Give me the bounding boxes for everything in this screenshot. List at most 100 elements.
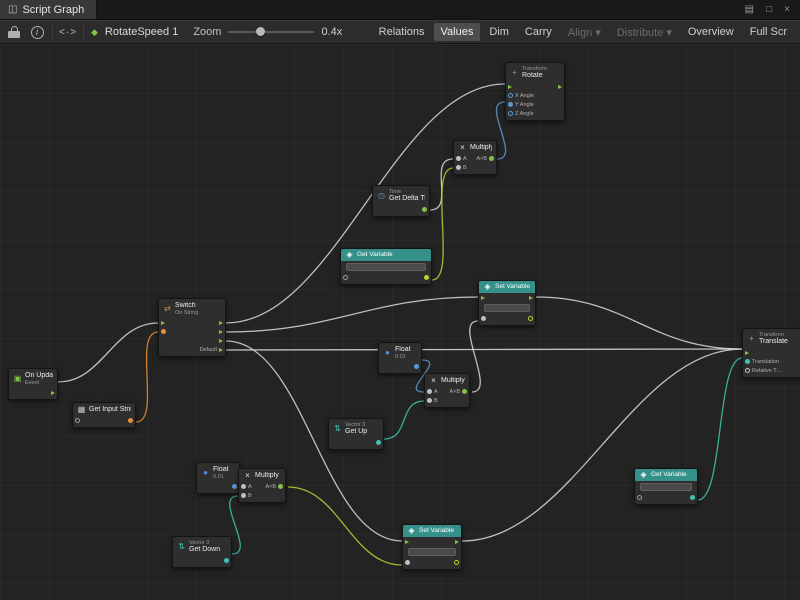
toolbar-button-relations[interactable]: Relations [372,23,432,41]
tab-title: Script Graph [22,4,84,16]
node-multiply-top[interactable]: ×MultiplyAA×BB [453,140,497,175]
node-rotate[interactable]: +TransformRotateX AngleY AngleZ Angle [505,62,565,121]
flow-port[interactable] [405,540,409,544]
value-port[interactable] [462,389,467,394]
value-port[interactable] [508,102,513,107]
toolbar-button-carry[interactable]: Carry [518,23,559,41]
flow-port[interactable] [219,321,223,325]
variable-name-field[interactable] [640,483,692,491]
value-port[interactable] [690,495,695,500]
maximize-button[interactable]: □ [766,5,772,15]
node-get-variable-top[interactable]: ◈Get Variable [340,248,432,285]
node-subtitle: Event [25,380,53,386]
value-port[interactable] [456,165,461,170]
node-get-input-string[interactable]: ▦Get Input Strin… [72,402,136,428]
flow-port[interactable] [51,391,55,395]
flow-port[interactable] [161,321,165,325]
tab-script-graph[interactable]: ◫ Script Graph [0,0,97,19]
variable-icon: ◈ [639,471,648,479]
node-title: Rotate [522,72,547,80]
value-port[interactable] [508,111,513,116]
value-port[interactable] [424,275,429,280]
value-port[interactable] [376,440,381,445]
node-title: Float [395,346,411,354]
value-port[interactable] [128,418,133,423]
value-port[interactable] [427,398,432,403]
node-title: Get Input Strin… [89,406,131,414]
toolbar-button-dim[interactable]: Dim [482,23,516,41]
value-port[interactable] [343,275,348,280]
flow-port[interactable] [529,296,533,300]
value-port[interactable] [224,558,229,563]
value-port[interactable] [75,418,80,423]
flow-port[interactable] [508,85,512,89]
toolbar-button-overview[interactable]: Overview [681,23,741,41]
node-header: ●Float0.01 [379,343,421,362]
flow-port[interactable] [481,296,485,300]
node-set-variable-mid[interactable]: ◈Set Variable [478,280,536,326]
flow-port[interactable] [455,540,459,544]
flow-port[interactable] [219,330,223,334]
value-port[interactable] [745,359,750,364]
flow-port[interactable] [219,339,223,343]
port-cell [481,316,486,321]
lock-icon[interactable] [6,24,22,40]
node-multiply-low[interactable]: ×MultiplyAA×BB [238,468,286,503]
value-port[interactable] [454,560,459,565]
value-port[interactable] [745,368,750,373]
flow-port[interactable] [558,85,562,89]
value-port[interactable] [241,484,246,489]
value-port[interactable] [161,329,166,334]
value-port[interactable] [508,93,513,98]
node-vector3-get-up[interactable]: ⇅Vector 3Get Up [328,418,384,450]
flow-port[interactable] [219,348,223,352]
node-switch-on-string[interactable]: ⇄SwitchOn StringDefault [158,298,226,357]
variable-name-field[interactable] [408,548,456,556]
node-vector3-get-down[interactable]: ⇅Vector 3Get Down [172,536,232,568]
value-port[interactable] [422,207,427,212]
separator [83,24,84,40]
close-button[interactable]: × [784,5,790,15]
node-multiply-mid[interactable]: ×MultiplyAA×BB [424,373,470,408]
toolbar-button-full-scr[interactable]: Full Scr [743,23,794,41]
variable-name-field[interactable] [346,263,426,271]
zoom-slider[interactable] [228,31,314,33]
value-port[interactable] [481,316,486,321]
port-cell [161,329,166,334]
menu-button[interactable]: ▤ [745,5,754,15]
port-cell [376,440,381,445]
port-cell [481,296,485,300]
node-get-variable-right[interactable]: ◈Get Variable [634,468,698,505]
value-port[interactable] [427,389,432,394]
value-port[interactable] [405,560,410,565]
node-set-variable-bottom[interactable]: ◈Set Variable [402,524,462,570]
zoom-knob[interactable] [256,27,265,36]
node-get-delta-time[interactable]: ◷TimeGet Delta Time [372,185,430,217]
graph-canvas[interactable]: +TransformRotateX AngleY AngleZ Angle×Mu… [0,44,800,600]
value-port[interactable] [637,495,642,500]
node-float-top[interactable]: ●Float0.01 [378,342,422,374]
value-port[interactable] [241,493,246,498]
port-cell: A [427,389,438,395]
value-port[interactable] [232,484,237,489]
node-title: Get Down [189,546,220,554]
node-translate[interactable]: +TransformTranslateTranslationRelative T… [742,328,800,378]
value-port[interactable] [414,364,419,369]
value-port[interactable] [528,316,533,321]
node-on-update[interactable]: ▣On UpdateEvent [8,368,58,400]
info-icon[interactable]: i [29,24,45,40]
port-cell [508,85,512,89]
value-port[interactable] [489,156,494,161]
flow-port[interactable] [745,351,749,355]
toolbar-button-distribute[interactable]: Distribute ▾ [610,23,679,42]
value-port[interactable] [456,156,461,161]
value-port[interactable] [278,484,283,489]
port-row: Relative T… [743,366,800,375]
variable-name-field[interactable] [484,304,530,312]
node-float-low[interactable]: ●Float0.01 [196,462,240,494]
toolbar-button-align[interactable]: Align ▾ [561,23,608,42]
code-view-icon[interactable]: <·> [60,24,76,40]
port-cell: A×B [476,156,494,162]
event-icon: ▣ [13,375,22,383]
toolbar-button-values[interactable]: Values [434,23,481,41]
